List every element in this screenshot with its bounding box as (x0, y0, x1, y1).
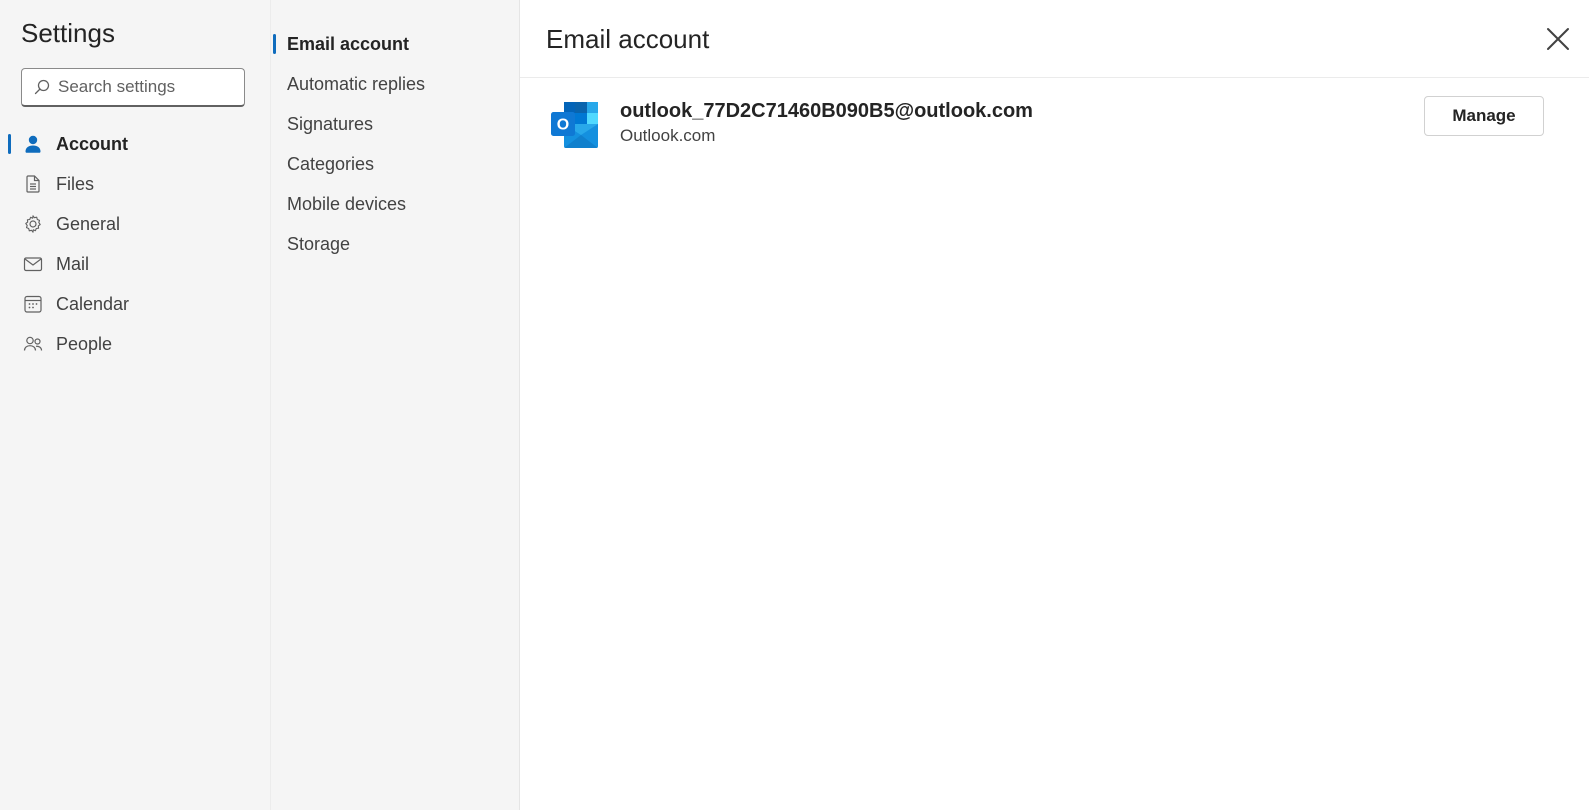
subnav-item-label: Mobile devices (287, 193, 407, 214)
settings-nav-pane: Settings Account (0, 0, 270, 810)
nav-item-label: Mail (56, 253, 90, 274)
nav-item-label: Files (56, 173, 95, 194)
account-email: outlook_77D2C71460B090B5@outlook.com (620, 100, 1033, 122)
manage-button[interactable]: Manage (1424, 96, 1544, 136)
search-input[interactable] (58, 77, 228, 97)
document-icon (26, 175, 40, 193)
email-account-panel: Email account O outlook_77D2C71460B090B5… (520, 0, 1589, 810)
panel-header: Email account (520, 0, 1589, 78)
page-title: Email account (546, 24, 710, 54)
account-subnav-list: Email account Automatic replies Signatur… (271, 24, 519, 264)
subnav-item-mobile-devices[interactable]: Mobile devices (271, 184, 519, 224)
subnav-item-email-account[interactable]: Email account (271, 24, 519, 64)
subnav-item-label: Email account (287, 33, 410, 54)
close-icon (1547, 28, 1569, 50)
nav-item-label: General (56, 213, 121, 234)
settings-title: Settings (21, 18, 115, 48)
selected-indicator (8, 134, 11, 154)
subnav-item-label: Signatures (287, 113, 374, 134)
subnav-item-storage[interactable]: Storage (271, 224, 519, 264)
gear-icon (25, 215, 41, 233)
search-box[interactable] (21, 68, 245, 107)
account-entry: O outlook_77D2C71460B090B5@outlook.com O… (520, 92, 1589, 156)
nav-item-general[interactable]: General (0, 204, 270, 244)
selected-indicator (273, 34, 276, 54)
calendar-icon (24, 295, 42, 313)
subnav-item-label: Categories (287, 153, 375, 174)
nav-item-account[interactable]: Account (0, 124, 270, 164)
subnav-item-signatures[interactable]: Signatures (271, 104, 519, 144)
person-icon (25, 135, 41, 153)
subnav-item-automatic-replies[interactable]: Automatic replies (271, 64, 519, 104)
subnav-item-categories[interactable]: Categories (271, 144, 519, 184)
nav-item-people[interactable]: People (0, 324, 270, 364)
nav-item-label: Calendar (56, 293, 130, 314)
settings-category-list: Account Files General Mail Calendar Peop… (0, 124, 270, 364)
close-button[interactable] (1545, 26, 1571, 52)
search-icon (34, 79, 50, 95)
nav-item-calendar[interactable]: Calendar (0, 284, 270, 324)
subnav-item-label: Storage (287, 233, 351, 254)
mail-icon (23, 257, 43, 272)
account-type: Outlook.com (620, 126, 716, 145)
nav-item-mail[interactable]: Mail (0, 244, 270, 284)
nav-item-label: People (56, 333, 113, 354)
outlook-logo-icon: O (551, 102, 598, 148)
subnav-item-label: Automatic replies (287, 73, 426, 94)
account-subnav-pane: Email account Automatic replies Signatur… (270, 0, 520, 810)
settings-window: Settings Account (0, 0, 1589, 810)
nav-item-files[interactable]: Files (0, 164, 270, 204)
outlook-logo-letter: O (557, 117, 569, 134)
people-icon (23, 336, 43, 351)
nav-item-label: Account (56, 133, 128, 154)
